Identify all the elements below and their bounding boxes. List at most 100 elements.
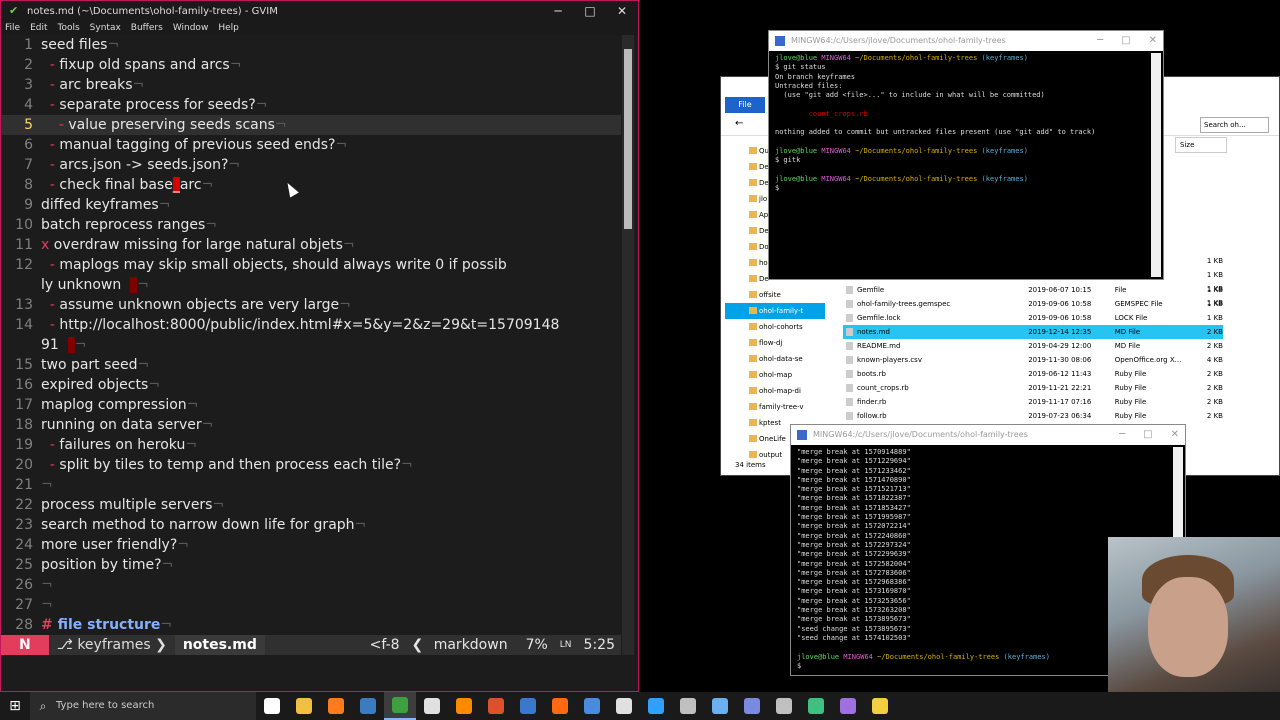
nav-pane-item[interactable]: ohol-cohorts — [725, 319, 825, 335]
file-row[interactable]: ohol-family-trees.gemspec 2019-09-06 10:5… — [843, 297, 1223, 311]
line-number: 16 — [15, 377, 33, 393]
app-icon-purple — [840, 698, 856, 714]
maximize-button[interactable]: □ — [1143, 429, 1152, 440]
prompt-path: ~/Documents/ohol-family-trees — [877, 652, 1000, 661]
maximize-button[interactable]: □ — [1121, 35, 1130, 46]
search-icon: ⌕ — [39, 699, 47, 713]
menu-help[interactable]: Help — [218, 23, 239, 33]
git-taskbar-button[interactable] — [480, 692, 512, 720]
gvim-taskbar-button[interactable] — [384, 692, 416, 720]
sublime-taskbar-button[interactable] — [448, 692, 480, 720]
github-taskbar-button[interactable] — [672, 692, 704, 720]
vim-cmdline[interactable] — [1, 655, 638, 691]
app-taskbar-button-green[interactable] — [800, 692, 832, 720]
file-row[interactable]: finder.rb 2019-11-17 07:16 Ruby File 2 KB — [843, 395, 1223, 409]
app-taskbar-button-gray[interactable] — [768, 692, 800, 720]
file-size: 2 KB — [1206, 328, 1223, 336]
terminal-taskbar-button[interactable] — [512, 692, 544, 720]
nav-pane-item[interactable]: ohol-map — [725, 367, 825, 383]
file-name: known-players.csv — [843, 353, 1028, 367]
explorer-search-input[interactable]: Search oh... — [1200, 117, 1269, 133]
terminal-titlebar[interactable]: MINGW64:/c/Users/jlove/Documents/ohol-fa… — [769, 31, 1163, 51]
line-number: 11 — [15, 237, 33, 253]
explorer-file-tab[interactable]: File — [725, 97, 765, 113]
file-row[interactable]: boots.rb 2019-06-12 11:43 Ruby File 2 KB — [843, 367, 1223, 381]
menu-file[interactable]: File — [5, 23, 20, 33]
line-text: - assume unknown objects are very large — [49, 297, 340, 313]
task-view-taskbar-button[interactable] — [256, 692, 288, 720]
menu-buffers[interactable]: Buffers — [131, 23, 163, 33]
inkscape-taskbar-button[interactable] — [608, 692, 640, 720]
close-button[interactable]: ✕ — [1171, 429, 1179, 440]
file-type: Ruby File — [1114, 370, 1147, 378]
app-taskbar-button-purple[interactable] — [832, 692, 864, 720]
line-number: 20 — [15, 457, 33, 473]
gvim-titlebar[interactable]: ✔ notes.md (~\Documents\ohol-family-tree… — [1, 1, 638, 21]
gvim-scrollbar-thumb[interactable] — [624, 49, 632, 229]
file-explorer-taskbar-button[interactable] — [288, 692, 320, 720]
line-number: 13 — [15, 297, 33, 313]
file-row[interactable]: README.md 2019-04-29 12:00 MD File 2 KB — [843, 339, 1223, 353]
terminal-titlebar[interactable]: MINGW64:/c/Users/jlove/Documents/ohol-fa… — [791, 425, 1185, 445]
file-type: File — [1114, 286, 1127, 294]
steam-taskbar-button[interactable] — [352, 692, 384, 720]
menu-tools[interactable]: Tools — [58, 23, 80, 33]
file-row[interactable]: follow.rb 2019-07-23 06:34 Ruby File 2 KB — [843, 409, 1223, 423]
minimize-button[interactable]: ─ — [1119, 429, 1125, 440]
folder-icon — [749, 179, 757, 186]
menu-syntax[interactable]: Syntax — [90, 23, 121, 33]
terminal-line: $ gitk — [775, 156, 801, 165]
chrome-taskbar-button[interactable] — [640, 692, 672, 720]
nav-pane-item[interactable]: flow-dj — [725, 335, 825, 351]
paint-taskbar-button[interactable] — [704, 692, 736, 720]
git-icon — [488, 698, 504, 714]
line-number: 27 — [15, 597, 33, 613]
menu-edit[interactable]: Edit — [30, 23, 47, 33]
maximize-button[interactable]: □ — [574, 4, 606, 18]
minimize-button[interactable]: ─ — [542, 4, 574, 18]
gvim-scrollbar[interactable] — [622, 35, 634, 655]
git-gui-taskbar-button[interactable] — [864, 692, 896, 720]
line-text: - maplogs may skip small objects, should… — [49, 257, 507, 273]
back-arrow-icon[interactable]: ← — [735, 118, 743, 129]
taskbar-search[interactable]: ⌕ Type here to search — [30, 692, 256, 720]
git-gui-icon — [872, 698, 888, 714]
file-row[interactable]: Gemfile.lock 2019-09-06 10:58 LOCK File 1 K… — [843, 311, 1223, 325]
close-button[interactable]: ✕ — [1149, 35, 1157, 46]
notepad-taskbar-button[interactable] — [416, 692, 448, 720]
minimize-button[interactable]: ─ — [1097, 35, 1103, 46]
mintty-icon — [797, 430, 807, 440]
app-taskbar-button-blue[interactable] — [576, 692, 608, 720]
nav-pane-item-label: output — [759, 451, 783, 459]
line-text: running on data server — [41, 417, 202, 433]
nav-pane-item[interactable]: ohol-family-t — [725, 303, 825, 319]
nav-pane-item[interactable]: ohol-data-se — [725, 351, 825, 367]
file-size: 1 KB — [1206, 257, 1223, 265]
nav-pane-item[interactable]: family-tree-v — [725, 399, 825, 415]
firefox-taskbar-button[interactable] — [320, 692, 352, 720]
windows-start-icon[interactable]: ⊞ — [0, 692, 30, 720]
gvim-icon — [392, 697, 408, 713]
file-row[interactable]: Gemfile 2019-06-07 10:15 File 1 KB — [843, 283, 1223, 297]
nav-pane-item-label: ohol-map — [759, 371, 793, 379]
file-row[interactable]: known-players.csv 2019-11-30 08:06 OpenOff… — [843, 353, 1223, 367]
file-type: Ruby File — [1114, 384, 1147, 392]
terminal-scrollbar[interactable] — [1151, 53, 1161, 277]
gvim-editor[interactable]: 1 seed files¬ 2 - fixup old spans and arcs… — [1, 35, 621, 635]
line-text: - split by tiles to temp and then proces… — [49, 457, 402, 473]
nav-pane-item[interactable]: offsite — [725, 287, 825, 303]
nav-pane-item[interactable]: ohol-map-di — [725, 383, 825, 399]
discord-taskbar-button[interactable] — [736, 692, 768, 720]
close-button[interactable]: ✕ — [606, 4, 638, 18]
app-taskbar-button-orange[interactable] — [544, 692, 576, 720]
editor-line: 2 - fixup old spans and arcs¬ — [1, 55, 621, 75]
file-row[interactable]: notes.md 2019-12-14 12:35 MD File 2 KB — [843, 325, 1223, 339]
file-name: finder.rb — [843, 395, 1028, 409]
terminal-output[interactable]: jlove@blue MINGW64 ~/Documents/ohol-fami… — [769, 51, 1163, 196]
menu-window[interactable]: Window — [173, 23, 209, 33]
file-row[interactable]: count_crops.rb 2019-11-21 22:21 Ruby File 2… — [843, 381, 1223, 395]
size-column-header[interactable]: Size — [1175, 137, 1227, 153]
vim-cursor-position: 5:25 — [583, 637, 615, 653]
